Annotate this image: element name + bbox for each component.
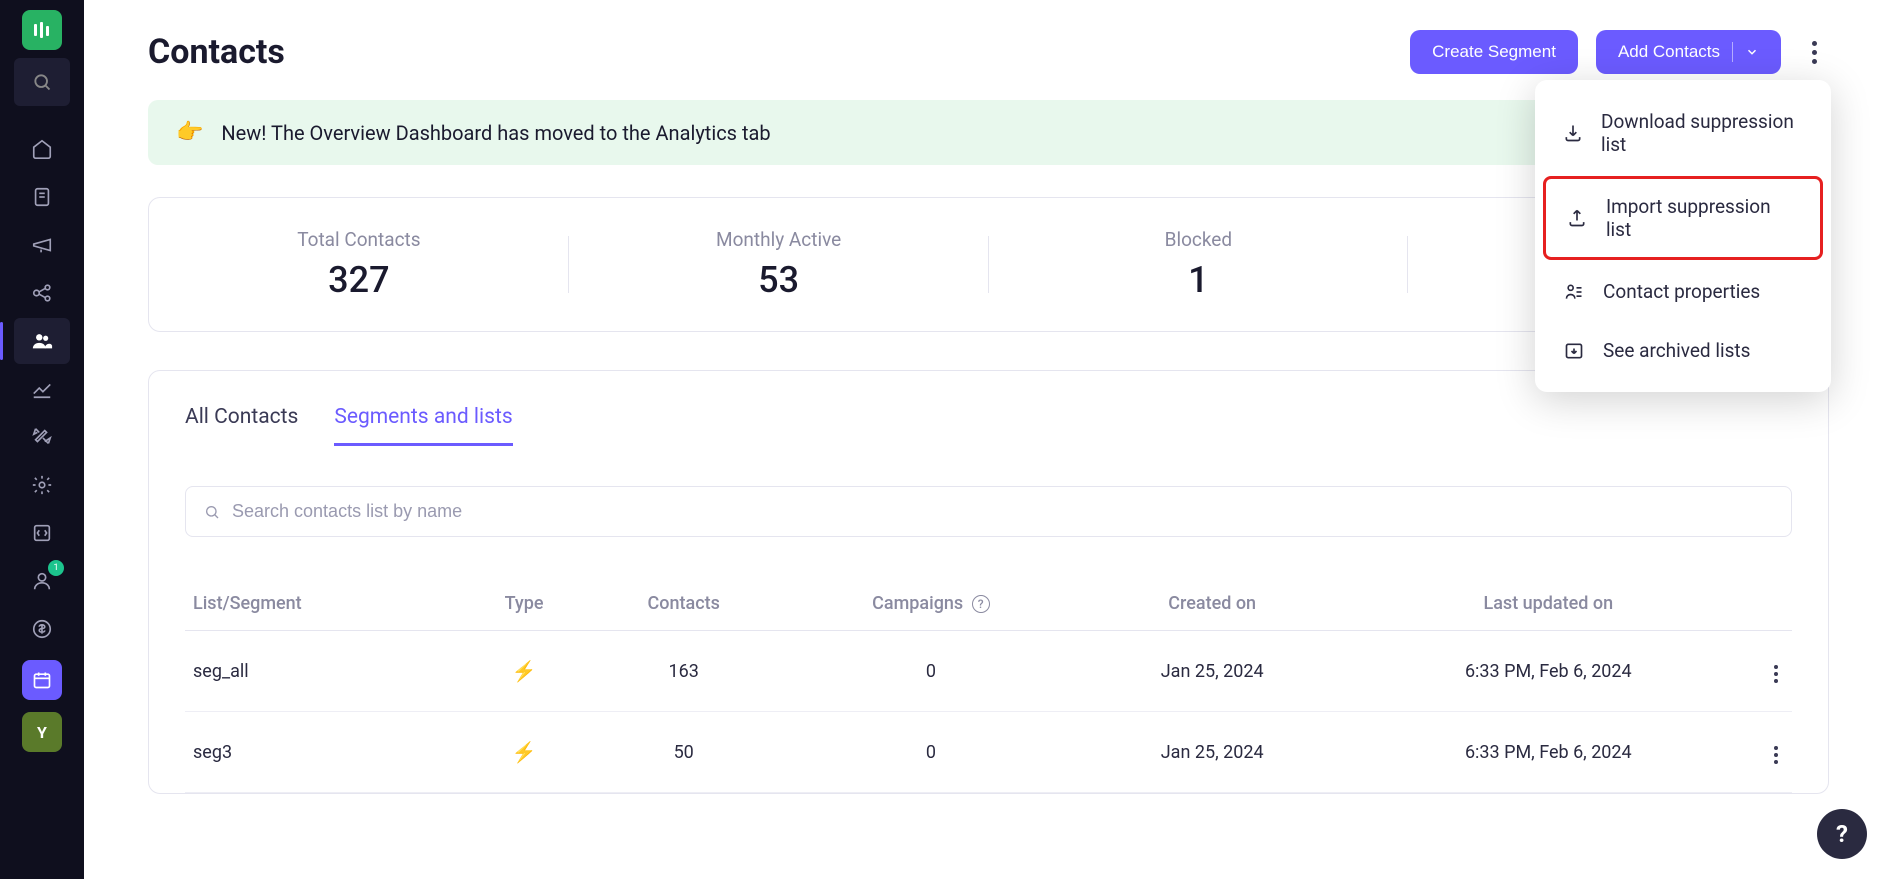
stat-label: Blocked (989, 228, 1409, 251)
th-campaigns: Campaigns ? (782, 577, 1080, 631)
stat-label: Total Contacts (149, 228, 569, 251)
tab-segments-lists[interactable]: Segments and lists (334, 405, 512, 446)
segments-table: List/Segment Type Contacts Campaigns ? C… (185, 577, 1792, 793)
help-fab[interactable]: ? (1817, 809, 1867, 859)
stat-value: 327 (149, 259, 569, 301)
nav-contacts[interactable] (14, 318, 70, 364)
cell-contacts: 50 (585, 712, 782, 793)
th-name: List/Segment (185, 577, 463, 631)
th-updated: Last updated on (1345, 577, 1752, 631)
download-icon (1563, 123, 1583, 143)
bolt-icon: ⚡ (512, 659, 537, 683)
more-menu-dropdown: Download suppression list Import suppres… (1535, 80, 1831, 392)
bolt-icon: ⚡ (512, 740, 537, 764)
cell-type: ⚡ (463, 631, 585, 712)
nav-campaigns[interactable] (14, 222, 70, 268)
more-menu-button[interactable] (1799, 32, 1829, 72)
nav-developer[interactable] (14, 510, 70, 556)
th-type: Type (463, 577, 585, 631)
stat-blocked: Blocked 1 (989, 228, 1409, 301)
cell-campaigns: 0 (782, 712, 1080, 793)
menu-label: See archived lists (1603, 339, 1750, 362)
cell-contacts: 163 (585, 631, 782, 712)
create-segment-button[interactable]: Create Segment (1410, 30, 1578, 74)
menu-label: Import suppression list (1606, 195, 1800, 241)
search-icon (204, 504, 220, 520)
menu-download-suppression[interactable]: Download suppression list (1543, 94, 1823, 172)
menu-label: Contact properties (1603, 280, 1760, 303)
nav-analytics[interactable] (14, 366, 70, 412)
th-actions (1752, 577, 1792, 631)
cell-campaigns: 0 (782, 631, 1080, 712)
cell-type: ⚡ (463, 712, 585, 793)
menu-contact-properties[interactable]: Contact properties (1543, 264, 1823, 319)
help-icon[interactable]: ? (972, 595, 990, 613)
app-logo[interactable] (22, 10, 62, 50)
contact-properties-icon (1563, 282, 1585, 302)
sidebar: 1 Y (0, 0, 84, 879)
cell-name: seg_all (185, 631, 463, 712)
cell-created: Jan 25, 2024 (1080, 712, 1345, 793)
th-contacts: Contacts (585, 577, 782, 631)
stat-value: 1 (989, 259, 1409, 301)
nav-settings[interactable] (14, 462, 70, 508)
nav-calendar[interactable] (22, 660, 62, 700)
nav-automation[interactable] (14, 414, 70, 460)
search-input[interactable] (232, 501, 1773, 522)
stat-monthly-active: Monthly Active 53 (569, 228, 989, 301)
add-contacts-button[interactable]: Add Contacts (1596, 30, 1781, 74)
table-row[interactable]: seg_all ⚡ 163 0 Jan 25, 2024 6:33 PM, Fe… (185, 631, 1792, 712)
nav-flows[interactable] (14, 270, 70, 316)
nav-item-badged[interactable]: 1 (14, 558, 70, 604)
main-content: Contacts Create Segment Add Contacts 👉 N… (84, 0, 1893, 879)
sidebar-search-button[interactable] (14, 58, 70, 106)
page-title: Contacts (148, 32, 285, 72)
add-contacts-label: Add Contacts (1618, 42, 1720, 62)
cell-created: Jan 25, 2024 (1080, 631, 1345, 712)
nav-journeys[interactable] (14, 174, 70, 220)
chevron-down-icon[interactable] (1745, 45, 1759, 59)
upload-icon (1566, 208, 1588, 228)
nav-home[interactable] (14, 126, 70, 172)
table-row[interactable]: seg3 ⚡ 50 0 Jan 25, 2024 6:33 PM, Feb 6,… (185, 712, 1792, 793)
stat-total-contacts: Total Contacts 327 (149, 228, 569, 301)
archive-icon (1563, 341, 1585, 361)
th-created: Created on (1080, 577, 1345, 631)
segments-card: All Contacts Segments and lists List/Seg… (148, 370, 1829, 794)
banner-text: New! The Overview Dashboard has moved to… (221, 121, 770, 145)
cell-updated: 6:33 PM, Feb 6, 2024 (1345, 631, 1752, 712)
nav-billing[interactable] (14, 606, 70, 652)
row-more-button[interactable] (1768, 659, 1784, 689)
menu-label: Download suppression list (1601, 110, 1803, 156)
button-divider (1732, 42, 1733, 62)
cell-updated: 6:33 PM, Feb 6, 2024 (1345, 712, 1752, 793)
tab-all-contacts[interactable]: All Contacts (185, 405, 298, 446)
workspace-avatar[interactable]: Y (22, 712, 62, 752)
search-box[interactable] (185, 486, 1792, 537)
menu-import-suppression[interactable]: Import suppression list (1543, 176, 1823, 260)
menu-archived-lists[interactable]: See archived lists (1543, 323, 1823, 378)
cell-name: seg3 (185, 712, 463, 793)
stat-value: 53 (569, 259, 989, 301)
row-more-button[interactable] (1768, 740, 1784, 770)
badge: 1 (48, 560, 64, 576)
stat-label: Monthly Active (569, 228, 989, 251)
pointing-hand-icon: 👉 (176, 120, 203, 145)
